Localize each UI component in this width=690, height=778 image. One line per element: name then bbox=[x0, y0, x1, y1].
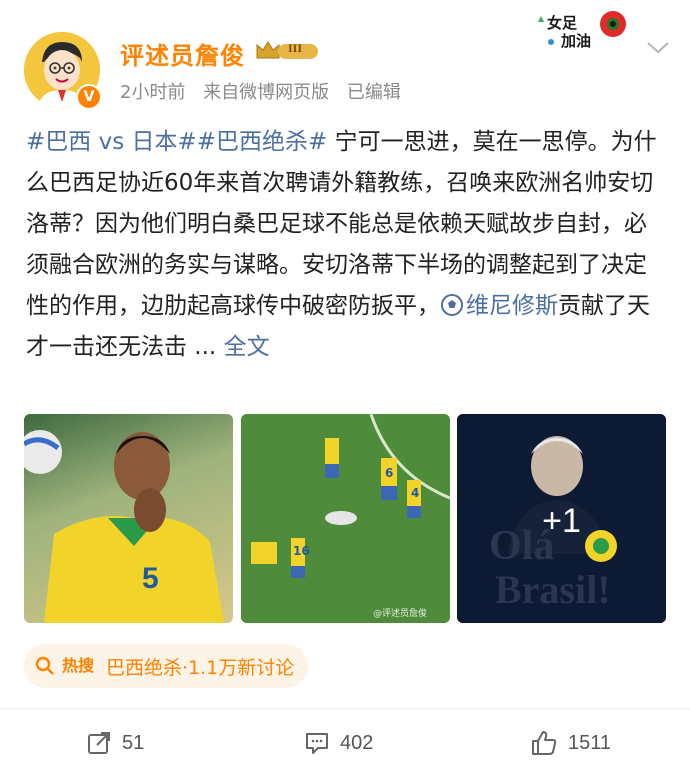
womens-football-sticker: 女足 加油 bbox=[535, 6, 635, 58]
jersey-number-4: 4 bbox=[411, 486, 420, 500]
player-photo bbox=[24, 430, 224, 623]
poster-caption-line2: Brasil! bbox=[495, 567, 611, 612]
share-icon bbox=[88, 732, 110, 754]
jersey-number-16: 16 bbox=[293, 544, 310, 558]
edited-label[interactable]: 已编辑 bbox=[347, 82, 401, 103]
comment-icon bbox=[306, 733, 328, 754]
mention-vinicius[interactable]: 维尼修斯 bbox=[440, 293, 558, 319]
vip-level: III bbox=[288, 41, 303, 55]
post-body-1: 宁可一思进，莫在一思停。为什么巴西足协近60年来首次聘请外籍教练，召唤来欧洲名帅… bbox=[26, 129, 657, 319]
post-time: 2小时前 bbox=[120, 82, 186, 103]
more-images-count: +1 bbox=[542, 502, 581, 540]
post-meta: 2小时前 来自微博网页版 已编辑 bbox=[120, 78, 413, 104]
post-source: 来自微博网页版 bbox=[203, 82, 330, 103]
jersey-number: 5 bbox=[142, 562, 159, 595]
comment-button[interactable]: 402 bbox=[304, 726, 373, 760]
post-image-casemiro[interactable]: 5 bbox=[24, 414, 233, 623]
pitch-photo bbox=[241, 414, 450, 623]
repost-count: 51 bbox=[122, 731, 145, 754]
repost-button[interactable]: 51 bbox=[86, 726, 144, 760]
hot-topic-chip[interactable]: 热搜 巴西绝杀·1.1万新讨论 bbox=[24, 644, 309, 688]
sticker-line2: 加油 bbox=[561, 32, 592, 50]
chevron-down-icon bbox=[647, 42, 669, 54]
image-watermark: @评述员詹俊 bbox=[373, 609, 428, 619]
like-count: 1511 bbox=[568, 731, 612, 754]
thumbs-up-icon bbox=[532, 731, 557, 755]
hashtag-brazil-vs-japan[interactable]: #巴西 vs 日本# bbox=[26, 129, 197, 155]
football-icon bbox=[441, 294, 463, 316]
comment-count: 402 bbox=[340, 731, 374, 754]
more-menu-button[interactable] bbox=[646, 40, 670, 60]
hot-search-badge: 热搜 bbox=[62, 656, 95, 675]
search-icon bbox=[35, 656, 54, 675]
post-image-ancelotti[interactable]: Olá Brasil! +1 bbox=[457, 414, 666, 623]
post-image-match-pitch[interactable]: 6 4 16 @评述员詹俊 bbox=[241, 414, 450, 623]
mention-name: 维尼修斯 bbox=[466, 293, 558, 319]
verified-badge: V bbox=[76, 84, 102, 110]
jersey-number-6: 6 bbox=[385, 466, 394, 480]
crown-icon bbox=[256, 41, 318, 59]
username[interactable]: 评述员詹俊 bbox=[120, 36, 245, 71]
vip-badge[interactable]: III bbox=[254, 38, 320, 66]
like-button[interactable]: 1511 bbox=[530, 726, 611, 760]
hashtag-brazil-winner[interactable]: #巴西绝杀# bbox=[197, 129, 328, 155]
topic-label: 巴西绝杀·1.1万新讨论 bbox=[106, 656, 295, 679]
post-text: #巴西 vs 日本##巴西绝杀# 宁可一思进，莫在一思停。为什么巴西足协近60年… bbox=[26, 122, 666, 368]
expand-full-text-link[interactable]: 全文 bbox=[224, 334, 270, 360]
divider bbox=[0, 708, 690, 709]
